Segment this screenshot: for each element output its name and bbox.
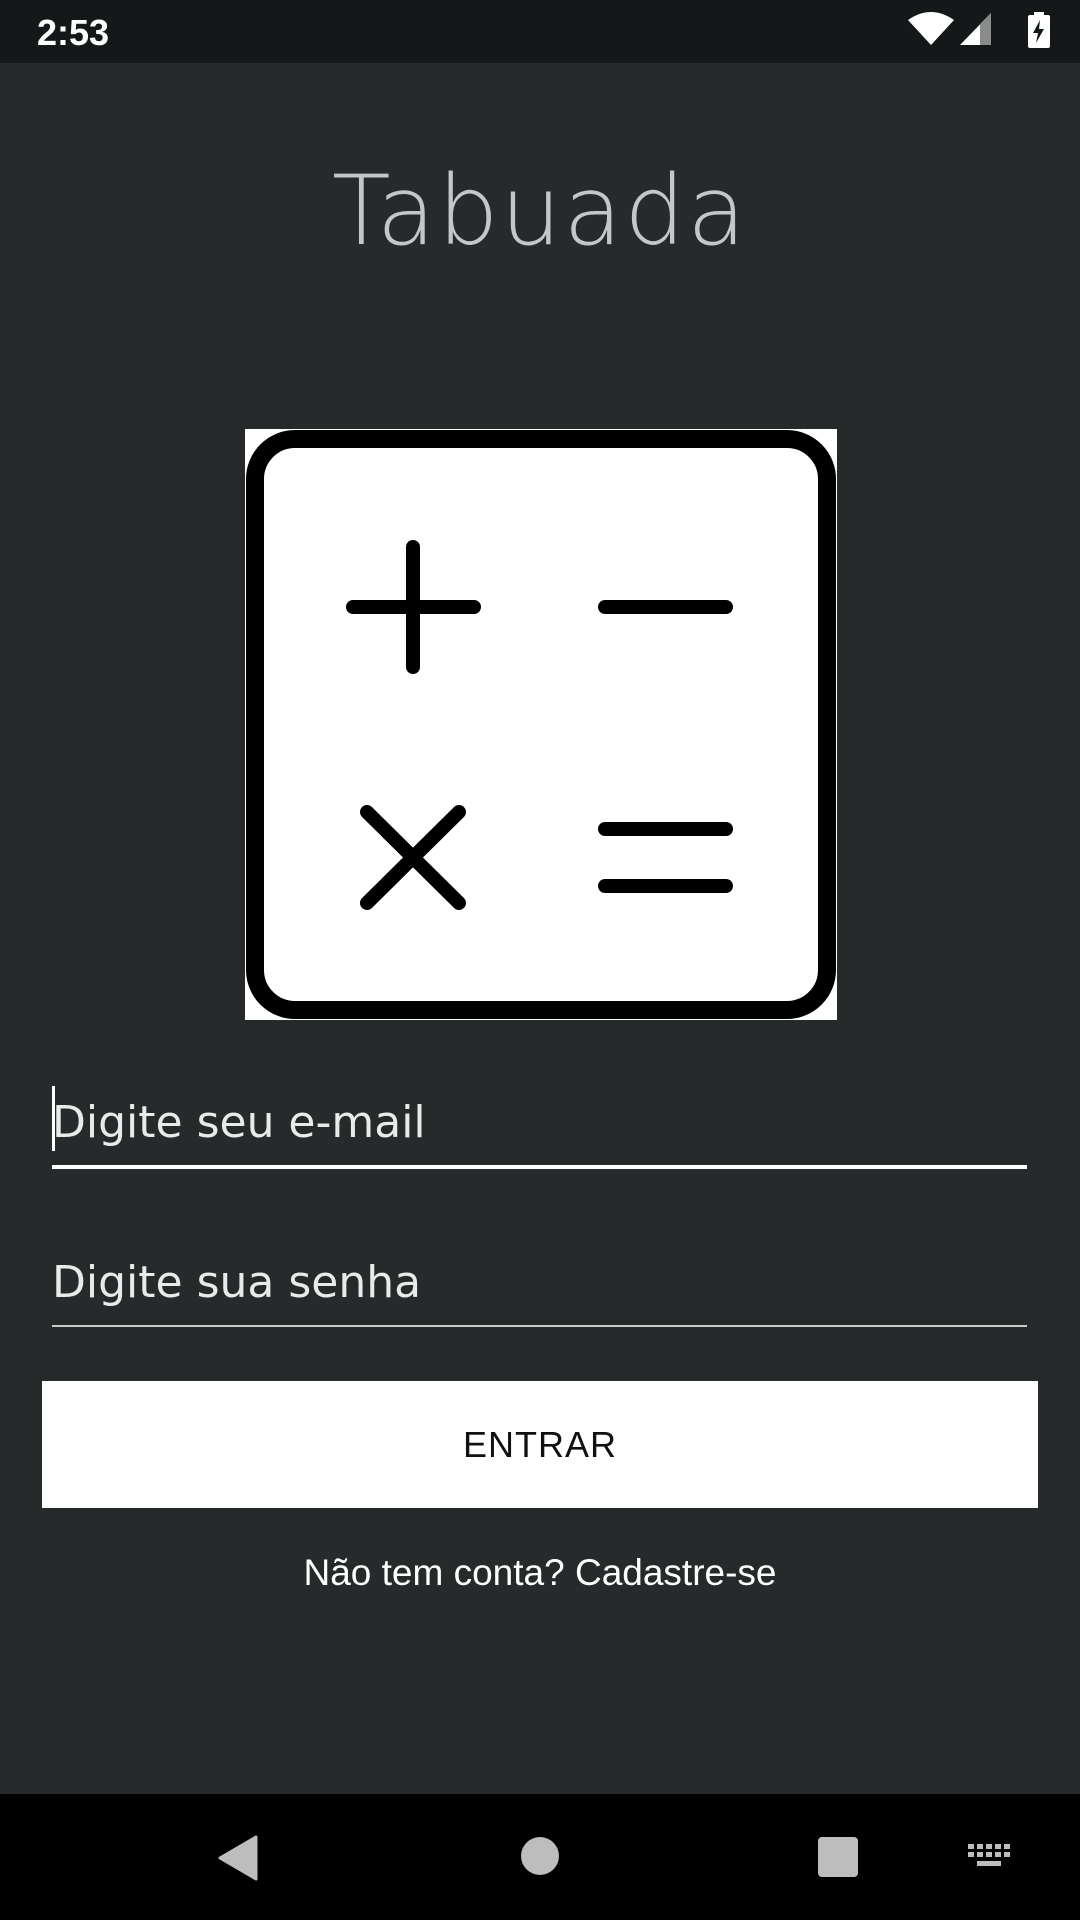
email-field[interactable] [52, 1079, 1027, 1169]
app-title: Tabuada [332, 155, 748, 267]
enter-button[interactable]: ENTRAR [42, 1381, 1038, 1508]
password-field[interactable] [52, 1239, 1027, 1327]
navigation-bar [0, 1794, 1080, 1920]
status-bar: 2:53 [0, 0, 1080, 63]
signup-link[interactable]: Não tem conta? Cadastre-se [0, 1552, 1080, 1594]
cell-signal-icon [960, 13, 991, 45]
text-cursor [52, 1086, 55, 1151]
wifi-icon [908, 12, 954, 45]
keyboard-icon[interactable] [968, 1842, 1010, 1870]
home-icon[interactable] [520, 1836, 560, 1876]
calculator-operations-icon [245, 429, 837, 1020]
recents-icon[interactable] [818, 1837, 858, 1877]
battery-charging-icon [1028, 12, 1050, 48]
back-icon[interactable] [218, 1835, 258, 1881]
status-time: 2:53 [37, 12, 110, 53]
